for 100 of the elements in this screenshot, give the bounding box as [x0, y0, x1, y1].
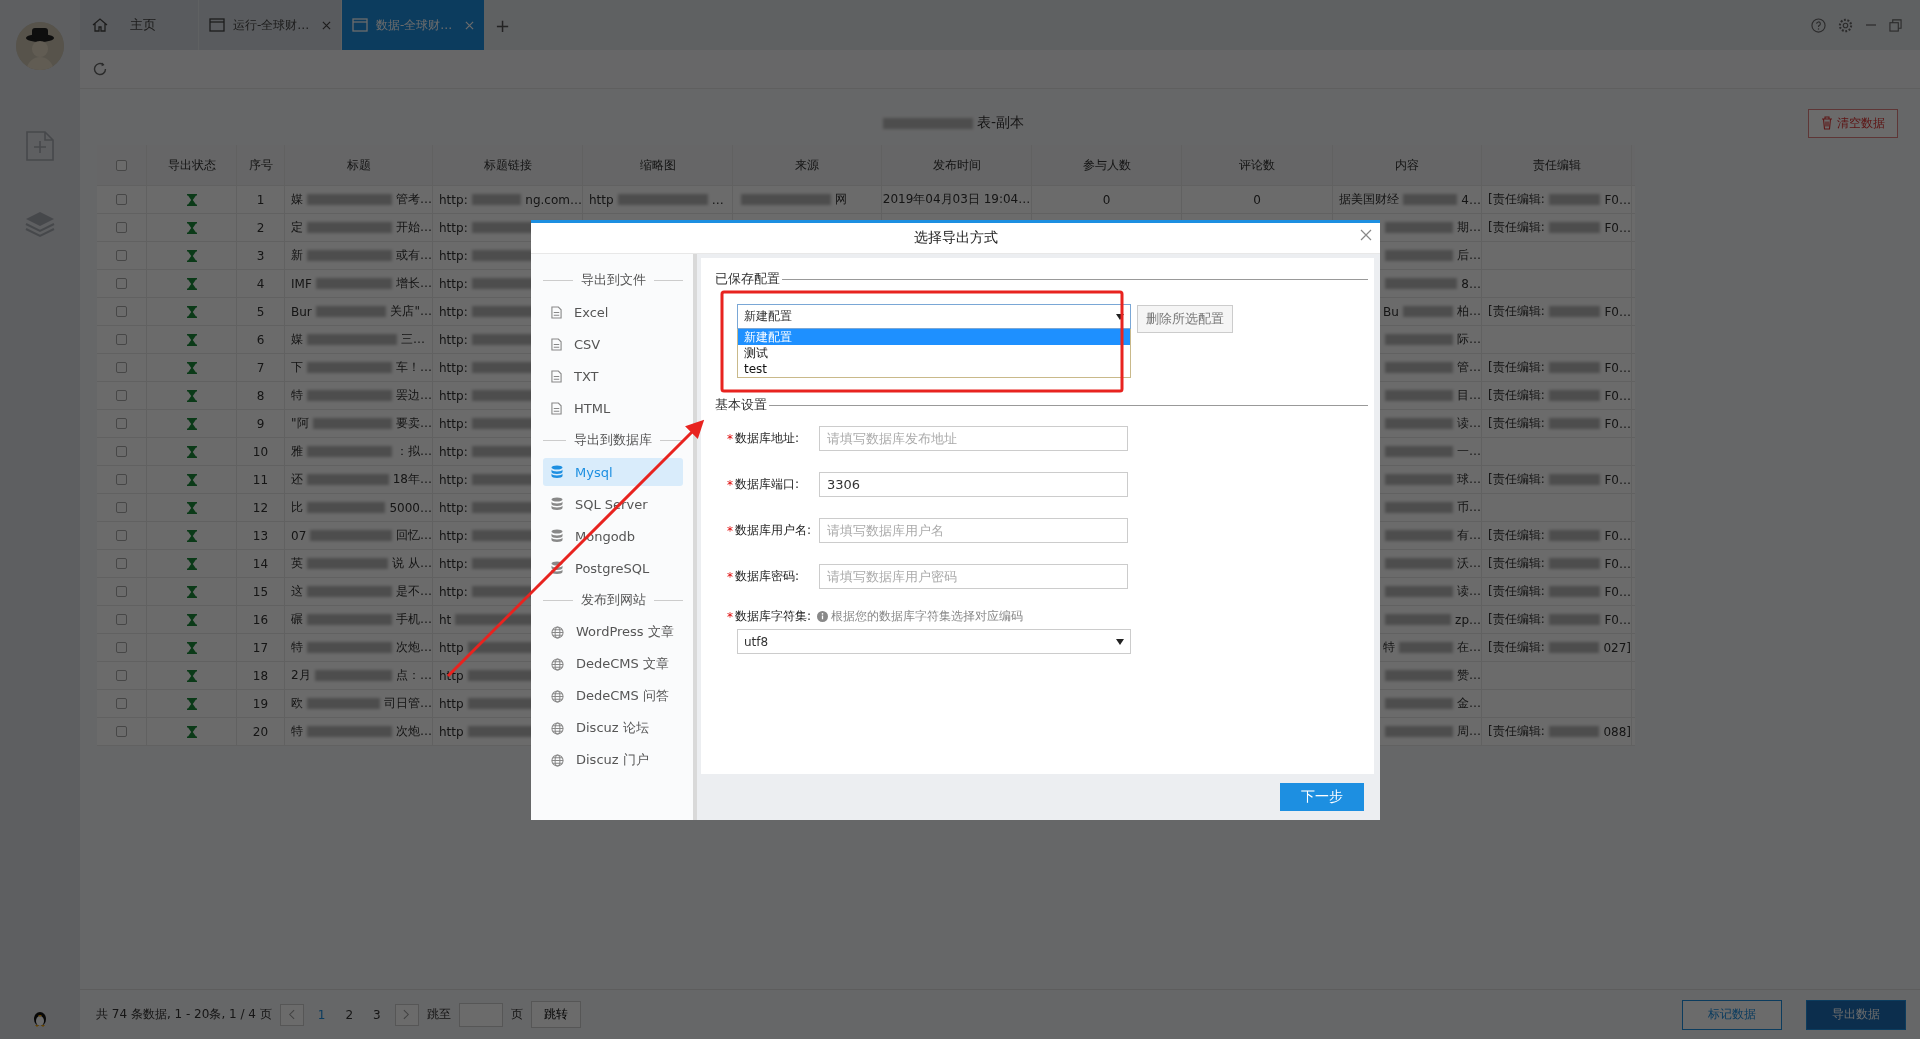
previous-page-button[interactable] — [279, 1003, 304, 1026]
table-cell: F0… — [1604, 304, 1631, 319]
add-tab-button[interactable]: + — [485, 0, 521, 50]
checkbox[interactable] — [116, 194, 127, 205]
page-number[interactable]: 2 — [339, 1007, 360, 1022]
checkbox[interactable] — [116, 306, 127, 317]
checkbox[interactable] — [116, 222, 127, 233]
table-cell: http: — [439, 500, 468, 515]
hourglass-icon — [186, 445, 197, 458]
nav-item[interactable]: CSV — [543, 330, 683, 358]
dropdown-option[interactable]: test — [738, 361, 1130, 377]
blurred-text — [1399, 642, 1453, 653]
column-header[interactable]: 来源 — [795, 156, 819, 174]
checkbox[interactable] — [116, 586, 127, 597]
hourglass-icon — [186, 725, 197, 738]
page-number[interactable]: 3 — [367, 1007, 387, 1022]
input-field[interactable]: 请填写数据库用户密码 — [819, 564, 1128, 589]
hourglass-icon — [186, 585, 197, 598]
nav-item[interactable]: TXT — [543, 362, 683, 390]
column-header[interactable]: 评论数 — [1239, 156, 1275, 174]
config-select[interactable]: 新建配置 — [737, 304, 1131, 329]
export-button[interactable]: 导出数据 — [1806, 999, 1906, 1030]
checkbox[interactable] — [116, 474, 127, 485]
dropdown-option[interactable]: 新建配置 — [738, 329, 1130, 345]
table-cell: http — [589, 192, 614, 207]
checkbox[interactable] — [116, 334, 127, 345]
input-field[interactable]: 3306 — [819, 472, 1128, 497]
mark-button[interactable]: 标记数据 — [1682, 999, 1782, 1030]
checkbox[interactable] — [116, 159, 127, 171]
checkbox[interactable] — [116, 278, 127, 289]
page-number[interactable]: 1 — [311, 1007, 332, 1022]
document-icon — [551, 305, 562, 319]
close-icon[interactable] — [322, 20, 331, 30]
checkbox[interactable] — [116, 362, 127, 373]
nav-item[interactable]: Mysql — [543, 458, 683, 486]
column-header[interactable]: 缩略图 — [639, 156, 676, 174]
tab[interactable]: 运行-全球财… — [199, 0, 341, 50]
hourglass-icon — [186, 669, 197, 682]
checkbox[interactable] — [116, 614, 127, 625]
nav-item[interactable]: DedeCMS 问答 — [543, 682, 683, 710]
blurred-text — [1385, 530, 1453, 541]
checkbox[interactable] — [116, 558, 127, 569]
input-field[interactable]: 请填写数据库发布地址 — [819, 426, 1128, 451]
table-cell: [责任编辑: — [1488, 555, 1545, 572]
nav-item[interactable]: DedeCMS 文章 — [543, 650, 683, 678]
checkbox[interactable] — [116, 642, 127, 653]
nav-item[interactable]: WordPress 文章 — [543, 618, 683, 646]
checkbox[interactable] — [116, 502, 127, 513]
table-cell: 8 — [256, 388, 265, 403]
hourglass-icon — [186, 221, 197, 234]
layers-icon[interactable] — [24, 210, 56, 238]
column-header[interactable]: 标题 — [346, 156, 371, 174]
checkbox[interactable] — [116, 418, 127, 429]
nav-item[interactable]: Discuz 门户 — [543, 746, 683, 774]
checkbox[interactable] — [116, 390, 127, 401]
input-field[interactable]: 请填写数据库用户名 — [819, 518, 1128, 543]
column-header[interactable]: 发布时间 — [932, 156, 981, 174]
column-header[interactable]: 标题链接 — [483, 156, 532, 174]
nav-item[interactable]: HTML — [543, 394, 683, 422]
goto-button[interactable]: 跳转 — [530, 1001, 581, 1028]
nav-item[interactable]: Discuz 论坛 — [543, 714, 683, 742]
column-header[interactable]: 参与人数 — [1082, 156, 1131, 174]
restore-icon[interactable] — [1889, 18, 1902, 32]
table-cell: IMF — [291, 276, 312, 291]
table-cell: 车！… — [396, 359, 432, 376]
nav-item[interactable]: PostgreSQL — [543, 554, 683, 582]
help-icon[interactable] — [1811, 17, 1826, 33]
delete-config-button[interactable]: 删除所选配置 — [1137, 305, 1233, 333]
table-cell: [责任编辑: — [1488, 639, 1545, 656]
column-header[interactable]: 内容 — [1395, 156, 1419, 174]
add-page-icon[interactable] — [25, 130, 55, 162]
next-button[interactable]: 下一步 — [1280, 783, 1364, 811]
column-header[interactable]: 导出状态 — [167, 156, 216, 174]
column-header[interactable]: 序号 — [248, 156, 273, 174]
settings-icon[interactable] — [1838, 17, 1853, 33]
blurred-text — [1548, 194, 1601, 205]
table-cell: 司日管… — [384, 695, 432, 712]
checkbox[interactable] — [116, 698, 127, 709]
penguin-icon[interactable] — [32, 1009, 48, 1027]
hourglass-icon — [186, 613, 197, 626]
dropdown-option[interactable]: 测试 — [738, 345, 1130, 361]
clear-data-button[interactable]: 清空数据 — [1808, 108, 1898, 138]
checkbox[interactable] — [116, 530, 127, 541]
checkbox[interactable] — [116, 670, 127, 681]
tab[interactable]: 数据-全球财… — [342, 0, 484, 50]
charset-select[interactable]: utf8 — [737, 629, 1131, 654]
table-cell: 欧 — [291, 695, 303, 712]
checkbox[interactable] — [116, 726, 127, 737]
next-page-button[interactable] — [394, 1003, 419, 1026]
checkbox[interactable] — [116, 446, 127, 457]
blurred-text — [1385, 474, 1453, 485]
blurred-text — [1385, 614, 1452, 625]
refresh-icon[interactable] — [92, 61, 108, 77]
table-cell: ng.com… — [525, 192, 582, 207]
checkbox[interactable] — [116, 250, 127, 261]
table-cell: 要卖… — [396, 415, 432, 432]
column-header[interactable]: 责任编辑 — [1532, 156, 1581, 174]
document-icon — [551, 401, 562, 415]
nav-item[interactable]: Excel — [543, 298, 683, 326]
tab[interactable]: 主页 — [80, 0, 198, 50]
